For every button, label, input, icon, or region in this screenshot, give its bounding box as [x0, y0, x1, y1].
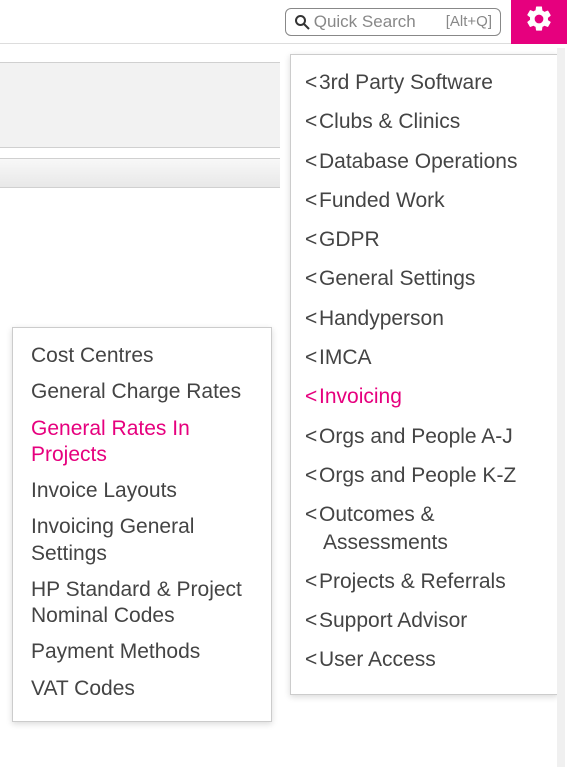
submenu-item-label: Payment Methods	[31, 640, 200, 663]
chevron-left-icon: <	[305, 226, 319, 253]
chevron-left-icon: <	[305, 462, 319, 489]
menu-item-label: Projects & Referrals	[319, 570, 506, 593]
menu-item-label: GDPR	[319, 228, 380, 251]
menu-item-label: Orgs and People A-J	[319, 425, 513, 448]
submenu-item[interactable]: Payment Methods	[13, 634, 271, 670]
submenu-item-label: General Rates In Projects	[31, 417, 190, 466]
submenu-item-label: HP Standard & Project Nominal Codes	[31, 578, 242, 627]
chevron-left-icon: <	[305, 383, 319, 410]
submenu-item-label: Invoice Layouts	[31, 479, 177, 502]
menu-item-label: Clubs & Clinics	[319, 110, 460, 133]
settings-menu-item[interactable]: <General Settings	[291, 259, 557, 298]
chevron-left-icon: <	[305, 148, 319, 175]
content-band	[0, 62, 280, 148]
top-bar: [Alt+Q]	[0, 0, 567, 44]
settings-menu-item[interactable]: <Orgs and People K-Z	[291, 456, 557, 495]
chevron-left-icon: <	[305, 187, 319, 214]
menu-item-label: 3rd Party Software	[319, 71, 493, 94]
submenu-item-label: Cost Centres	[31, 344, 154, 367]
menu-item-label: Invoicing	[319, 385, 402, 408]
invoicing-submenu: Cost Centres General Charge Rates General …	[12, 327, 272, 722]
settings-menu-item[interactable]: <GDPR	[291, 220, 557, 259]
settings-menu-item[interactable]: <User Access	[291, 640, 557, 679]
search-input[interactable]	[314, 12, 444, 32]
submenu-item[interactable]: General Charge Rates	[13, 374, 271, 410]
settings-menu: <3rd Party Software<Clubs & Clinics<Data…	[290, 54, 558, 695]
settings-menu-item[interactable]: <Handyperson	[291, 299, 557, 338]
settings-menu-item[interactable]: <Database Operations	[291, 142, 557, 181]
settings-menu-item[interactable]: <Funded Work	[291, 181, 557, 220]
settings-button[interactable]	[511, 0, 567, 44]
chevron-left-icon: <	[305, 305, 319, 332]
submenu-item[interactable]: VAT Codes	[13, 671, 271, 707]
chevron-left-icon: <	[305, 265, 319, 292]
submenu-item[interactable]: Invoicing General Settings	[13, 509, 271, 572]
settings-menu-item[interactable]: <IMCA	[291, 338, 557, 377]
settings-menu-item[interactable]: <Outcomes & Assessments	[291, 495, 557, 562]
settings-menu-item[interactable]: <Clubs & Clinics	[291, 102, 557, 141]
chevron-left-icon: <	[305, 69, 319, 96]
submenu-item[interactable]: HP Standard & Project Nominal Codes	[13, 572, 271, 635]
submenu-item[interactable]: Invoice Layouts	[13, 473, 271, 509]
submenu-item[interactable]: Cost Centres	[13, 338, 271, 374]
submenu-item-label: Invoicing General Settings	[31, 515, 194, 564]
search-shortcut-hint: [Alt+Q]	[446, 13, 492, 30]
scrollbar-track[interactable]	[557, 48, 565, 767]
menu-item-label: IMCA	[319, 346, 372, 369]
quick-search[interactable]: [Alt+Q]	[285, 8, 501, 36]
menu-item-label: Orgs and People K-Z	[319, 464, 516, 487]
submenu-item-label: VAT Codes	[31, 677, 135, 700]
gear-icon	[524, 4, 554, 39]
menu-item-label: Support Advisor	[319, 609, 467, 632]
settings-menu-item[interactable]: <3rd Party Software	[291, 63, 557, 102]
chevron-left-icon: <	[305, 501, 319, 528]
menu-item-label: Database Operations	[319, 150, 517, 173]
settings-menu-item[interactable]: <Orgs and People A-J	[291, 417, 557, 456]
chevron-left-icon: <	[305, 423, 319, 450]
menu-item-label: Handyperson	[319, 307, 444, 330]
menu-item-label: Funded Work	[319, 189, 445, 212]
submenu-item-label: General Charge Rates	[31, 380, 241, 403]
menu-item-label: User Access	[319, 648, 436, 671]
submenu-item[interactable]: General Rates In Projects	[13, 411, 271, 474]
menu-item-label: General Settings	[319, 267, 475, 290]
chevron-left-icon: <	[305, 108, 319, 135]
content-band-header	[0, 158, 280, 188]
settings-menu-item[interactable]: <Support Advisor	[291, 601, 557, 640]
settings-menu-item[interactable]: <Invoicing	[291, 377, 557, 416]
menu-item-label-line2: Assessments	[305, 531, 448, 554]
settings-menu-item[interactable]: <Projects & Referrals	[291, 562, 557, 601]
chevron-left-icon: <	[305, 607, 319, 634]
chevron-left-icon: <	[305, 646, 319, 673]
search-icon	[294, 14, 310, 30]
chevron-left-icon: <	[305, 344, 319, 371]
menu-item-label: Outcomes &	[319, 503, 435, 526]
chevron-left-icon: <	[305, 568, 319, 595]
